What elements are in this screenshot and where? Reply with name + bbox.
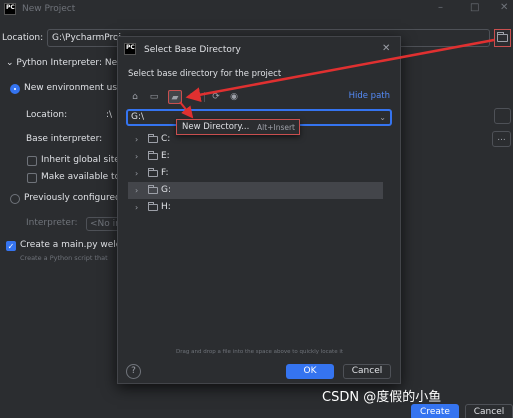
create-main-checkbox[interactable]: ✓ xyxy=(6,241,16,251)
dialog-title: Select Base Directory xyxy=(144,45,241,55)
interpreter-section-label[interactable]: ⌄ Python Interpreter: Ne xyxy=(6,58,117,68)
new-env-label: New environment usi xyxy=(24,83,120,93)
tree-item-g[interactable]: › G: xyxy=(128,182,383,199)
desktop-icon[interactable]: ▭ xyxy=(147,90,161,104)
show-hidden-icon[interactable]: ◉ xyxy=(227,90,241,104)
new-directory-popup: New Directory... Alt+Insert xyxy=(176,119,300,135)
maximize-button[interactable]: □ xyxy=(470,2,479,13)
toolbar-separator xyxy=(204,92,205,102)
inherit-checkbox[interactable] xyxy=(27,156,37,166)
expand-arrow-icon[interactable]: › xyxy=(135,199,138,216)
folder-icon xyxy=(148,134,158,143)
base-interp-more-button[interactable]: ... xyxy=(492,131,511,147)
chevron-down-icon[interactable]: ⌄ xyxy=(379,111,386,124)
env-location-browse-button[interactable] xyxy=(494,108,511,124)
create-button[interactable]: Create xyxy=(411,404,459,418)
tree-item-e[interactable]: › E: xyxy=(128,148,383,165)
dialog-description: Select base directory for the project xyxy=(128,69,282,79)
folder-icon xyxy=(148,151,158,160)
make-available-label: Make available to xyxy=(41,172,121,182)
path-value: G:\ xyxy=(131,112,145,122)
new-env-radio[interactable] xyxy=(10,84,20,94)
folder-icon xyxy=(148,185,158,194)
create-main-hint: Create a Python script that xyxy=(20,254,108,262)
tree-item-label: E: xyxy=(161,151,170,161)
new-directory-menu-item[interactable]: New Directory... xyxy=(182,122,249,132)
refresh-icon[interactable]: ⟳ xyxy=(209,90,223,104)
folder-icon xyxy=(148,168,158,177)
expand-arrow-icon[interactable]: › xyxy=(135,148,138,165)
delete-icon[interactable]: ✕ xyxy=(186,90,200,104)
inherit-label: Inherit global site- xyxy=(41,155,124,165)
tree-item-h[interactable]: › H: xyxy=(128,199,383,216)
tree-item-f[interactable]: › F: xyxy=(128,165,383,182)
file-chooser-toolbar: ⌂ ▭ ▰ ✕ ⟳ ◉ Hide path xyxy=(128,90,398,104)
folder-icon xyxy=(148,202,158,211)
prev-config-radio[interactable] xyxy=(10,194,20,204)
new-project-window: PC New Project – □ ✕ Location: G:\Pychar… xyxy=(0,0,513,418)
main-cancel-button[interactable]: Cancel xyxy=(465,404,513,418)
expand-arrow-icon[interactable]: › xyxy=(135,165,138,182)
env-location-value: :\ xyxy=(106,110,113,120)
expand-arrow-icon[interactable]: › xyxy=(135,131,138,148)
tree-item-label: C: xyxy=(161,134,171,144)
drag-drop-hint: Drag and drop a file into the space abov… xyxy=(176,349,344,355)
dialog-close-button[interactable]: ✕ xyxy=(382,43,390,54)
env-location-label: Location: xyxy=(26,110,68,120)
create-main-label: Create a main.py welco xyxy=(20,240,127,250)
help-button[interactable]: ? xyxy=(126,364,141,379)
expand-arrow-icon[interactable]: › xyxy=(135,182,138,199)
new-folder-icon[interactable]: ▰ xyxy=(168,90,182,104)
tree-item-label: G: xyxy=(161,185,172,195)
minimize-button[interactable]: – xyxy=(438,2,443,13)
csdn-watermark: CSDN @度假的小鱼 xyxy=(322,390,442,405)
location-label: Location: xyxy=(2,33,44,43)
tree-item-label: F: xyxy=(161,168,169,178)
folder-icon xyxy=(497,32,508,42)
browse-folder-button[interactable] xyxy=(494,29,511,47)
base-interpreter-label: Base interpreter: xyxy=(26,134,103,144)
pycharm-logo-icon: PC xyxy=(4,3,16,15)
new-directory-shortcut: Alt+Insert xyxy=(257,123,295,132)
window-title: New Project xyxy=(22,4,76,14)
home-icon[interactable]: ⌂ xyxy=(128,90,142,104)
dialog-cancel-button[interactable]: Cancel xyxy=(343,364,391,379)
pycharm-logo-icon: PC xyxy=(124,43,136,55)
close-window-button[interactable]: ✕ xyxy=(500,2,508,13)
select-base-directory-dialog: PC Select Base Directory ✕ Select base d… xyxy=(117,36,401,384)
hide-path-link[interactable]: Hide path xyxy=(349,91,390,101)
directory-tree: › C: › E: › F: › G: › H: xyxy=(128,131,383,216)
title-bar: PC New Project – □ ✕ xyxy=(0,0,513,20)
prev-config-label: Previously configured xyxy=(24,193,121,203)
interpreter-label: Interpreter: xyxy=(26,218,78,228)
tree-item-label: H: xyxy=(161,202,171,212)
ok-button[interactable]: OK xyxy=(286,364,334,379)
make-available-checkbox[interactable] xyxy=(27,173,37,183)
